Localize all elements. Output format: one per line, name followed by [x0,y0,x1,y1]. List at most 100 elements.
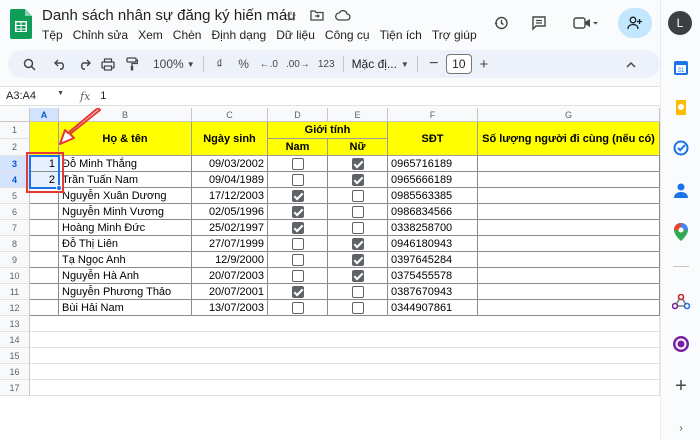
checkbox-checked[interactable] [351,173,364,186]
cell-companions[interactable] [478,172,660,188]
menu-format[interactable]: Định dạng [211,28,271,42]
checkbox-unchecked[interactable] [291,173,304,186]
cell-female[interactable] [328,172,388,188]
row-header[interactable]: 2 [0,139,30,156]
row-header[interactable]: 8 [0,236,30,252]
row-header[interactable]: 4 [0,172,30,188]
cell-male[interactable] [268,172,328,188]
cell-name[interactable]: Trần Tuấn Nam [59,172,192,188]
cell-dob[interactable]: 25/02/1997 [192,220,268,236]
header-cell-gender[interactable]: Giới tính [268,122,388,139]
cell-male[interactable] [268,220,328,236]
column-header-a[interactable]: A [30,108,59,122]
cell-dob[interactable]: 09/03/2002 [192,156,268,172]
cell-stt[interactable] [30,204,59,220]
cell-female[interactable] [328,188,388,204]
collapse-toolbar-icon[interactable] [620,52,642,76]
cell-stt[interactable]: 1 [30,156,59,172]
document-title[interactable]: Danh sách nhân sự đăng ký hiến máu [42,7,296,24]
cell-stt[interactable] [30,252,59,268]
cell-companions[interactable] [478,300,660,316]
increase-decimal-button[interactable]: .00 → [283,52,313,76]
cell-phone[interactable]: 0397645284 [388,252,478,268]
cell-name[interactable]: Hoàng Minh Đức [59,220,192,236]
font-size-input[interactable]: 10 [445,54,472,74]
cell-stt[interactable] [30,268,59,284]
cell-phone[interactable]: 0375455578 [388,268,478,284]
row-header[interactable]: 15 [0,348,30,364]
cell-female[interactable] [328,252,388,268]
header-cell-female[interactable]: Nữ [328,139,388,156]
cell-dob[interactable]: 13/07/2003 [192,300,268,316]
increase-font-size-button[interactable]: + [473,52,495,76]
cell-dob[interactable]: 02/05/1996 [192,204,268,220]
empty-row[interactable] [30,380,660,396]
decrease-decimal-button[interactable]: ← .0 [257,52,281,76]
tasks-icon[interactable] [671,138,691,158]
cell-dob[interactable]: 09/04/1989 [192,172,268,188]
column-header-d[interactable]: D [268,108,328,122]
paint-format-icon[interactable] [121,52,143,76]
cell-female[interactable] [328,268,388,284]
checkbox-unchecked[interactable] [291,269,304,282]
history-icon[interactable] [486,8,516,38]
cell-dob[interactable]: 27/07/1999 [192,236,268,252]
search-menus-icon[interactable] [18,52,40,76]
cell-male[interactable] [268,204,328,220]
currency-format-button[interactable]: ₫ [209,52,231,76]
menu-tools[interactable]: Công cụ [325,28,375,42]
cell-stt[interactable] [30,220,59,236]
maps-icon[interactable] [671,222,691,242]
checkbox-checked[interactable] [291,285,304,298]
row-header[interactable]: 11 [0,284,30,300]
checkbox-unchecked[interactable] [351,221,364,234]
cell-male[interactable] [268,188,328,204]
cell-companions[interactable] [478,284,660,300]
addon-icon[interactable] [671,334,691,354]
menu-data[interactable]: Dữ liệu [276,28,320,42]
cell-companions[interactable] [478,204,660,220]
cell-female[interactable] [328,300,388,316]
row-header[interactable]: 6 [0,204,30,220]
menu-insert[interactable]: Chèn [173,28,207,42]
checkbox-unchecked[interactable] [291,237,304,250]
cell-phone[interactable]: 0986834566 [388,204,478,220]
row-header[interactable]: 3 [0,156,30,172]
cell-female[interactable] [328,156,388,172]
zoom-select[interactable]: 100% ▼ [150,52,198,76]
decrease-font-size-button[interactable]: − [423,52,445,76]
header-cell-dob[interactable]: Ngày sinh [192,122,268,156]
cell-male[interactable] [268,252,328,268]
header-cell-companions[interactable]: Số lượng người đi cùng (nếu có) [478,122,660,156]
cell-phone[interactable]: 0985563385 [388,188,478,204]
formula-input[interactable]: 1 [100,90,106,102]
comments-icon[interactable] [524,8,554,38]
move-folder-icon[interactable] [308,8,326,25]
row-header[interactable]: 1 [0,122,30,139]
cell-dob[interactable]: 20/07/2001 [192,284,268,300]
cell-name[interactable]: Bùi Hải Nam [59,300,192,316]
cell-companions[interactable] [478,236,660,252]
row-header[interactable]: 9 [0,252,30,268]
empty-row[interactable] [30,316,660,332]
select-all-corner[interactable] [0,108,30,122]
share-button[interactable] [618,8,652,38]
header-cell-male[interactable]: Nam [268,139,328,156]
checkbox-checked[interactable] [291,189,304,202]
print-icon[interactable] [97,52,119,76]
redo-icon[interactable] [73,52,95,76]
checkbox-unchecked[interactable] [291,157,304,170]
contacts-icon[interactable] [671,180,691,200]
cell-male[interactable] [268,156,328,172]
calendar-icon[interactable]: 31 [671,58,691,78]
checkbox-checked[interactable] [351,157,364,170]
sheets-logo-icon[interactable] [10,9,32,39]
row-header[interactable]: 17 [0,380,30,396]
account-avatar[interactable]: L [668,11,692,35]
row-header[interactable]: 12 [0,300,30,316]
spreadsheet-grid[interactable]: A B C D E F G 1 2 3 4 5 6 7 8 9 10 11 12… [0,108,660,440]
cell-stt[interactable]: 2 [30,172,59,188]
cell-companions[interactable] [478,220,660,236]
cell-phone[interactable]: 0344907861 [388,300,478,316]
undo-icon[interactable] [49,52,71,76]
